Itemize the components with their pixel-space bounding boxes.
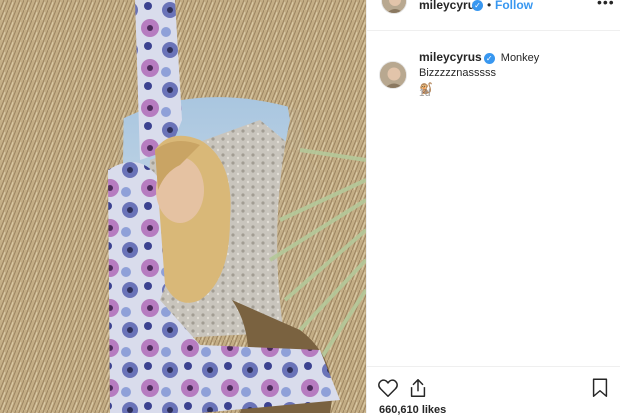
comment-avatar-image (380, 62, 406, 88)
post-side-panel: mileycyrus ✓ • Follow ••• mileycyrus ✓ Mo… (366, 0, 620, 416)
post-timestamp[interactable]: 1d (419, 88, 431, 99)
post-actions-bar: 660,610 likes (367, 366, 620, 416)
bookmark-icon-glyph (592, 378, 608, 397)
post-photo-image (0, 0, 366, 413)
post-header: mileycyrus ✓ • Follow ••• (367, 0, 620, 31)
comment-avatar[interactable] (379, 61, 407, 89)
caption-username-link[interactable]: mileycyrus (419, 50, 482, 64)
caption-comment: mileycyrus ✓ Monkey Bizzzzznasssss 🐒 (419, 50, 614, 97)
likes-count[interactable]: 660,610 likes (379, 404, 446, 416)
follow-button[interactable]: Follow (495, 0, 533, 12)
verified-badge-icon: ✓ (483, 52, 495, 64)
avatar-image (382, 0, 406, 13)
verified-badge-icon: ✓ (472, 0, 483, 11)
post-photo[interactable] (0, 0, 366, 413)
heart-icon-glyph (378, 379, 398, 397)
share-icon[interactable] (407, 377, 429, 399)
share-icon-glyph (410, 379, 426, 397)
heart-icon[interactable] (377, 377, 399, 399)
monkey-emoji-icon: 🐒 (419, 83, 433, 95)
avatar[interactable] (381, 0, 407, 14)
bookmark-icon[interactable] (589, 377, 611, 399)
more-options-icon[interactable]: ••• (597, 0, 615, 10)
separator-dot: • (487, 0, 492, 12)
